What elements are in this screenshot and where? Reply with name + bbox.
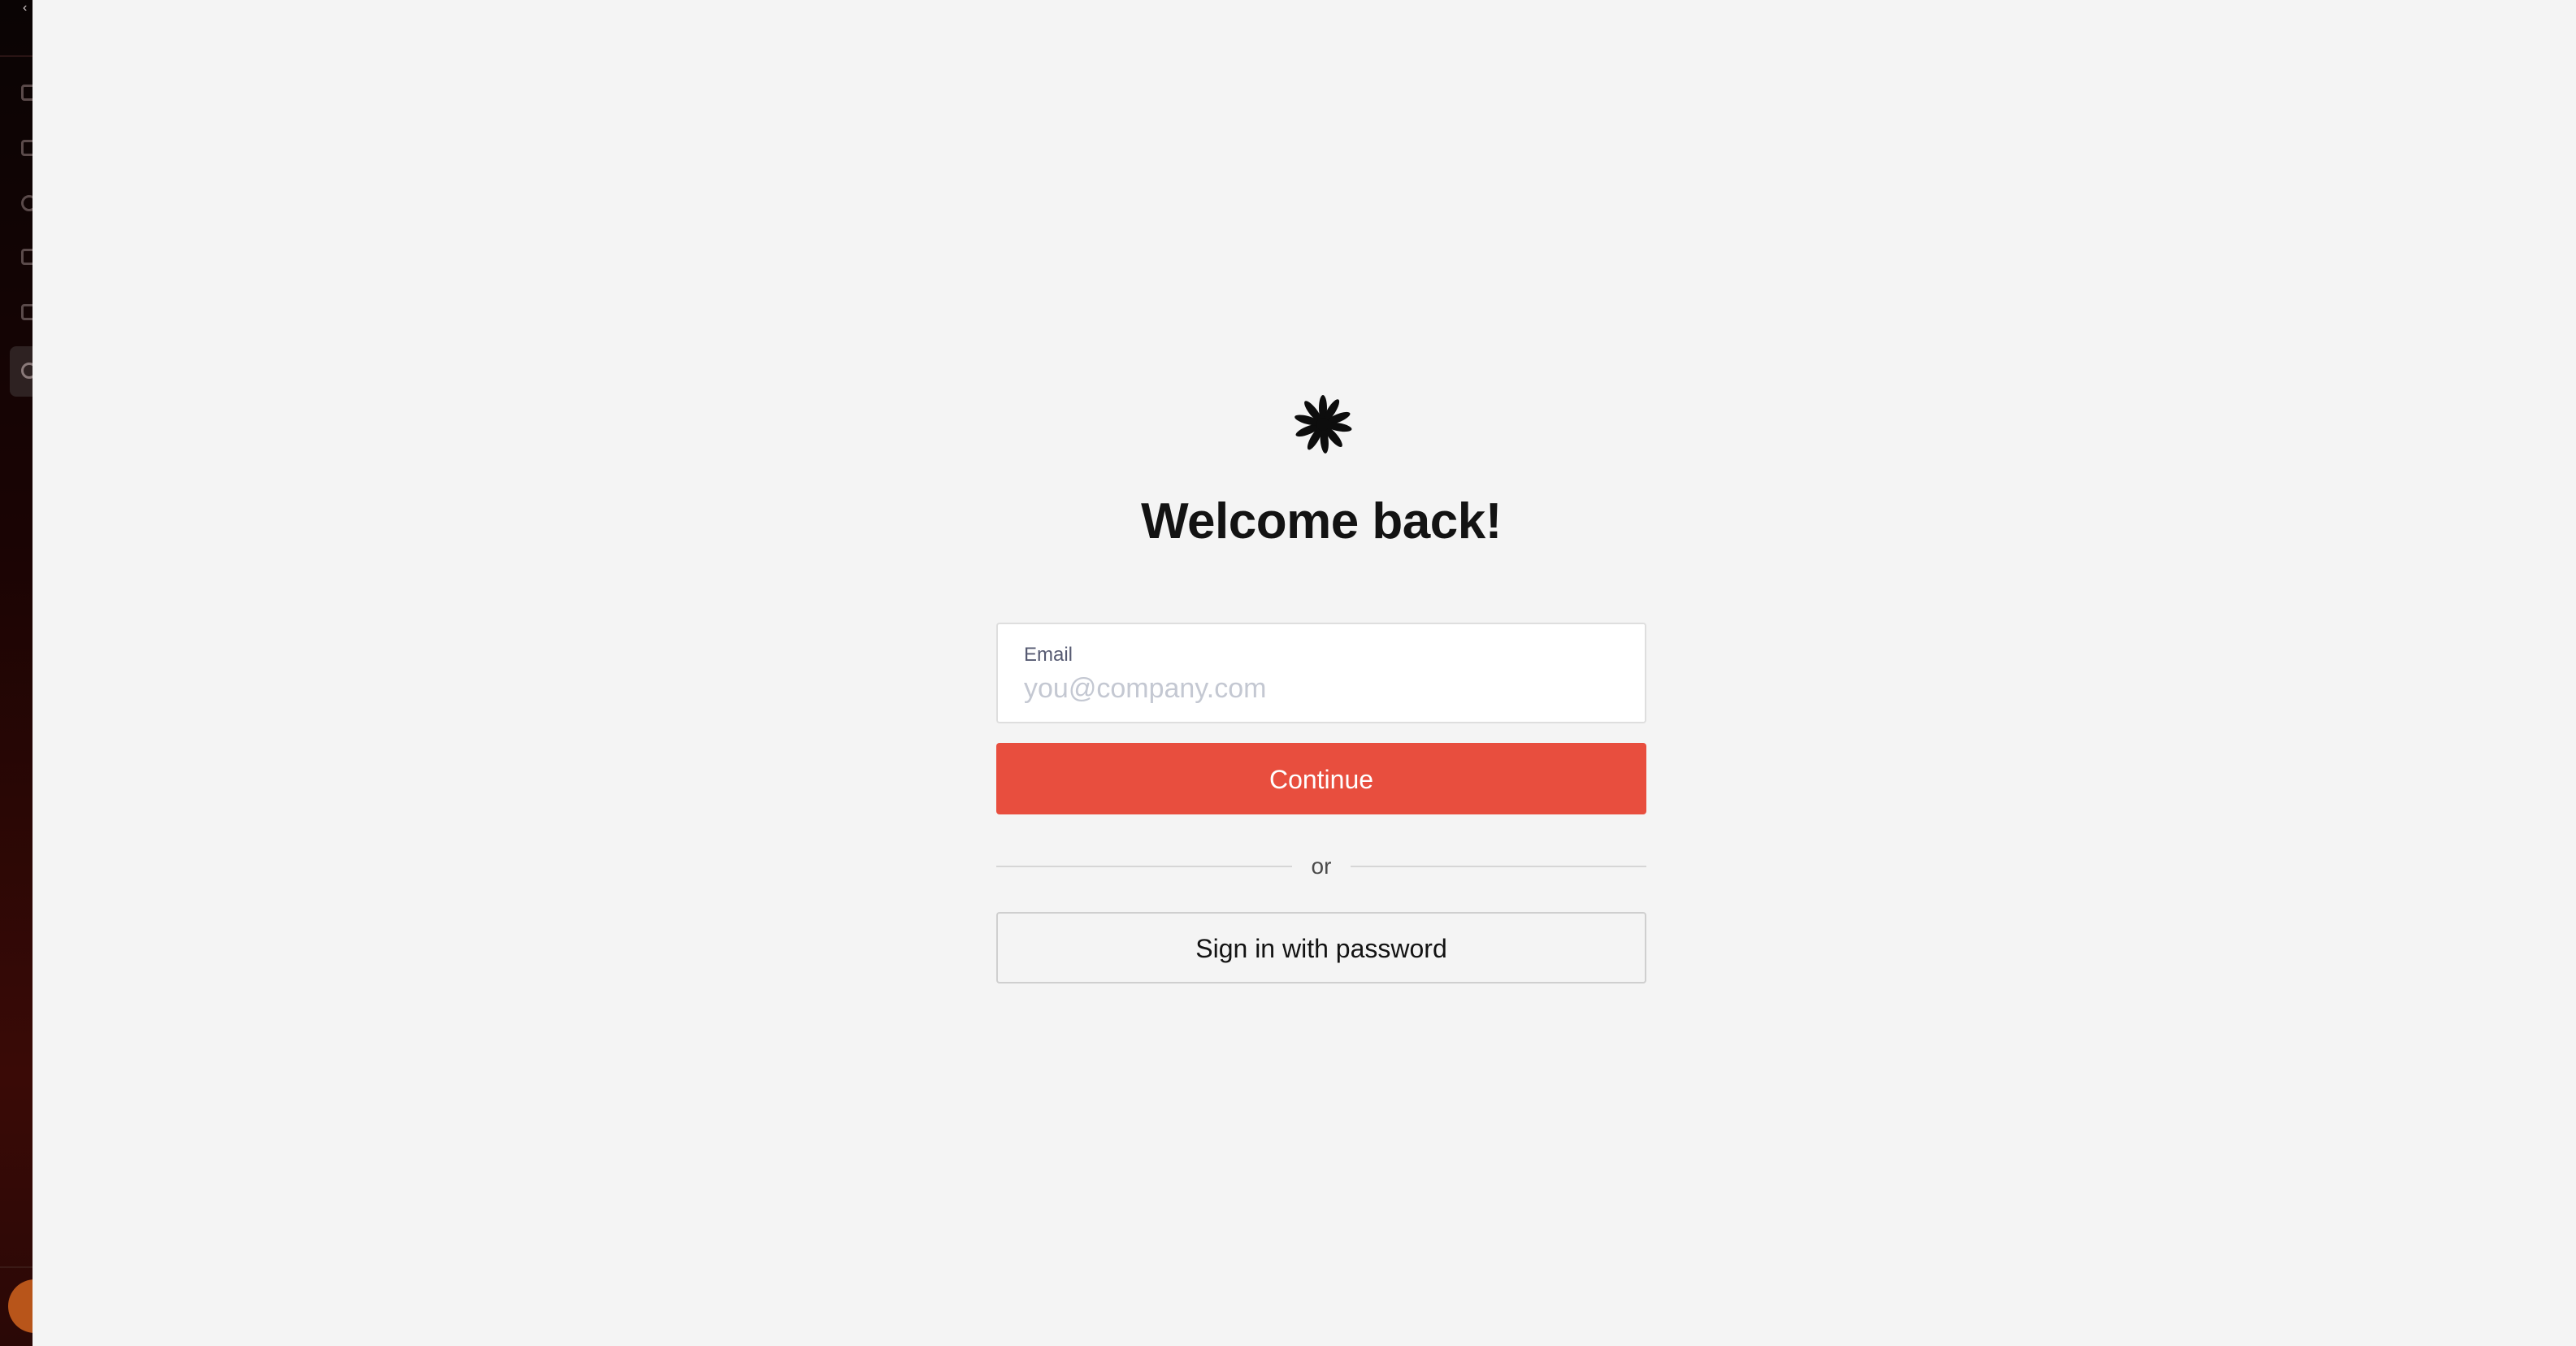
email-input[interactable] <box>1024 670 1617 707</box>
avatar[interactable] <box>8 1279 33 1333</box>
email-field[interactable]: Email <box>996 623 1646 723</box>
calendar-icon[interactable] <box>21 304 33 320</box>
sidebar-topbar: ‹ <box>0 0 33 57</box>
divider-line-left <box>996 866 1292 867</box>
grid-icon[interactable] <box>21 140 33 156</box>
email-label: Email <box>1024 644 1073 666</box>
settings-icon[interactable] <box>21 363 33 379</box>
page-title: Welcome back! <box>1141 493 1502 549</box>
divider-line-right <box>1351 866 1646 867</box>
app-sidebar: ‹ <box>0 0 33 1346</box>
or-divider: or <box>996 850 1646 883</box>
sidebar-divider <box>0 1266 33 1268</box>
sign-in-with-password-button[interactable]: Sign in with password <box>996 912 1646 983</box>
asterisk-logo-icon <box>1295 395 1352 454</box>
chevron-left-icon[interactable]: ‹ <box>23 2 33 15</box>
chart-icon[interactable] <box>21 249 33 265</box>
users-icon[interactable] <box>21 195 33 211</box>
continue-button[interactable]: Continue <box>996 743 1646 814</box>
building-icon[interactable] <box>21 85 33 101</box>
divider-text: or <box>1311 853 1332 879</box>
login-panel: Welcome back! Email Continue or Sign in … <box>33 0 2576 1346</box>
